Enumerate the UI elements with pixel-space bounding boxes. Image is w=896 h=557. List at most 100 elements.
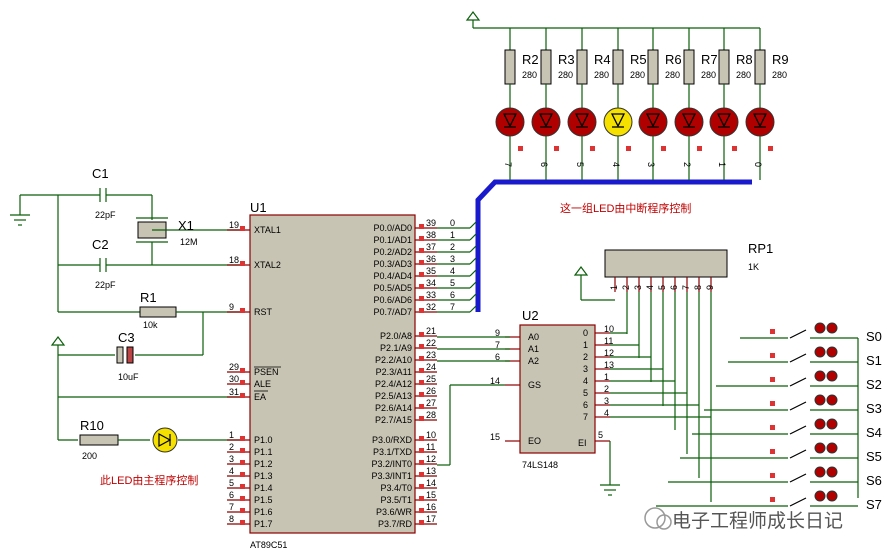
- rp1-pin-num: 1: [609, 285, 619, 290]
- mcu-pin-name: P2.3/A11: [376, 367, 412, 377]
- switch[interactable]: S3: [704, 394, 882, 416]
- mcu-pin-marker: [419, 484, 424, 489]
- bus-taps: 0 1 2 3 4 5 6 7: [437, 218, 477, 313]
- mcu-pin-name: XTAL2: [254, 260, 281, 270]
- encoder-pin-name: 0: [583, 328, 588, 338]
- encoder-pin-name: 7: [583, 412, 588, 422]
- mcu-pin-num: 5: [229, 478, 234, 488]
- led-column: R6 280 3: [638, 28, 682, 180]
- encoder-pin-num: 1: [604, 372, 609, 382]
- c3-label: C3: [118, 330, 135, 345]
- led-resistor-value: 280: [701, 70, 716, 80]
- encoder-pin-name: 1: [583, 340, 588, 350]
- wechat-icon: [644, 507, 666, 529]
- mcu-pin-marker: [240, 448, 245, 453]
- x1-value: 12M: [180, 237, 198, 247]
- led-column: R4 280 5: [567, 28, 611, 180]
- mcu-pin-name: P2.7/A15: [375, 415, 412, 425]
- led-resistor-value: 280: [558, 70, 573, 80]
- mcu-pin-num: 21: [426, 326, 436, 336]
- mcu-pin-name: XTAL1: [254, 225, 281, 235]
- mcu-pin-marker: [419, 224, 424, 229]
- mcu-pin-marker: [240, 436, 245, 441]
- bus-entry: [469, 245, 477, 253]
- led-net-label: 6: [539, 162, 549, 167]
- mcu-pin-name: ALE: [254, 379, 271, 389]
- mcu-pin-num: 4: [229, 466, 234, 476]
- led-resistor-label: R8: [736, 52, 753, 67]
- switch-label: S7: [866, 497, 882, 512]
- rp1-pin-num: 6: [669, 285, 679, 290]
- mcu-pin-name: P1.3: [254, 471, 273, 481]
- bus-index: 6: [450, 290, 455, 300]
- switch[interactable]: S1: [728, 346, 882, 368]
- mcu-pin-num: 25: [426, 374, 436, 384]
- bus-index: 2: [450, 242, 455, 252]
- mcu-pin-marker: [240, 261, 245, 266]
- rp1-pin-num: 2: [621, 285, 631, 290]
- mcu-pin-num: 14: [426, 478, 436, 488]
- mcu-pin-name: P1.2: [254, 459, 273, 469]
- mcu-pin-num: 39: [426, 218, 436, 228]
- mcu-ref: U1: [250, 200, 267, 215]
- switch[interactable]: S7: [656, 490, 882, 512]
- schematic-canvas: C1 22pF C2 22pF X1 12M R1 10k C3 10uF R1…: [10, 11, 882, 550]
- mcu-pin-marker: [419, 520, 424, 525]
- mcu-pin-name: P3.2/INT0: [371, 459, 412, 469]
- switch[interactable]: S6: [668, 466, 882, 488]
- led-net-label: 3: [646, 162, 656, 167]
- mcu-pin-marker: [419, 392, 424, 397]
- mcu-pin-name: P2.2/A10: [375, 355, 412, 365]
- mcu-pin-name: P0.5/AD5: [373, 283, 412, 293]
- encoder-pin-name: 3: [583, 364, 588, 374]
- led: [531, 107, 561, 137]
- mcu-pin-num: 17: [426, 514, 436, 524]
- bus-index: 0: [450, 218, 455, 228]
- c2-label: C2: [92, 237, 109, 252]
- led-resistor-value: 280: [665, 70, 680, 80]
- mcu-pin-num: 33: [426, 290, 436, 300]
- mcu-pin-name: P0.4/AD4: [373, 271, 412, 281]
- bus-entry: [469, 233, 477, 241]
- switch[interactable]: S2: [716, 370, 882, 392]
- led-resistor-value: 280: [630, 70, 645, 80]
- led-net-label: 7: [503, 162, 513, 167]
- switch[interactable]: S4: [692, 418, 882, 440]
- mcu-pin-marker: [240, 393, 245, 398]
- switch[interactable]: S5: [680, 442, 882, 464]
- mcu-pin-num: 37: [426, 242, 436, 252]
- encoder-u2: U2 74LS148 9 A07 A16 A214 GS15 EO 10011112213…: [437, 308, 620, 496]
- mcu-pin-name: P0.7/AD7: [373, 307, 412, 317]
- led-resistor: [576, 49, 588, 85]
- mcu-pin-num: 11: [426, 442, 435, 452]
- r1-value: 10k: [143, 320, 158, 330]
- mcu-pin-name: PSEN: [254, 367, 279, 377]
- bus-entry: [469, 293, 477, 301]
- r10-label: R10: [80, 418, 104, 433]
- led-resistor-value: 280: [736, 70, 751, 80]
- mcu-pin-num: 30: [229, 374, 239, 384]
- mcu-pin-num: 38: [426, 230, 436, 240]
- switch[interactable]: S0: [740, 322, 882, 344]
- mcu-pin-marker: [419, 436, 424, 441]
- mcu-part: AT89C51: [250, 540, 287, 550]
- mcu-pin-num: 8: [229, 514, 234, 524]
- switch-label: S5: [866, 449, 882, 464]
- rp1-pin-num: 5: [657, 285, 667, 290]
- mcu-pin-name: EA: [254, 392, 266, 402]
- led: [745, 107, 775, 137]
- rp1-pins: 123456789: [609, 277, 715, 502]
- mcu-pin-marker: [240, 520, 245, 525]
- mcu-pin-num: 15: [426, 490, 436, 500]
- mcu-pin-marker: [419, 448, 424, 453]
- led-resistor-label: R2: [522, 52, 539, 67]
- switch-label: S2: [866, 377, 882, 392]
- led-array: R2 280 7 R3 280 6 R4 280 5 R5 280 4 R6 280 3 R7 280 2 R8 28…: [465, 11, 789, 215]
- rp1-label: RP1: [748, 241, 773, 256]
- led-resistor-label: R9: [772, 52, 789, 67]
- mcu-pin-name: P1.5: [254, 495, 273, 505]
- mcu-pin-marker: [240, 508, 245, 513]
- encoder-pin-num: 15: [490, 432, 500, 442]
- encoder-pin-name: A2: [528, 356, 539, 366]
- main-led-note: 此LED由主程序控制: [100, 473, 198, 487]
